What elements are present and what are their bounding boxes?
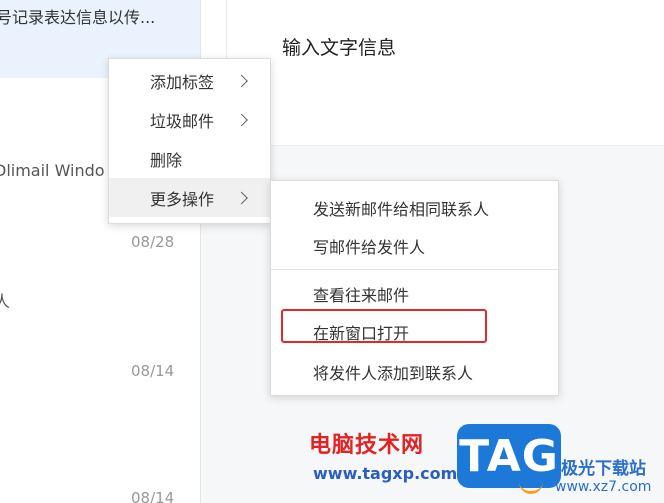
menu-item-delete[interactable]: 删除 — [109, 139, 270, 178]
mail-date: 08/28 — [131, 233, 175, 251]
menu-item-add-sender-to-contacts[interactable]: 将发件人添加到联系人 — [271, 352, 558, 391]
compose-area[interactable]: 输入文字信息 — [226, 0, 664, 146]
more-actions-submenu: 发送新邮件给相同联系人 写邮件给发件人 查看往来邮件 在新窗口打开 将发件人添加… — [270, 180, 559, 396]
menu-item-view-conversation[interactable]: 查看往来邮件 — [271, 274, 558, 313]
chevron-right-icon — [235, 113, 248, 126]
menu-item-spam[interactable]: 垃圾邮件 — [109, 100, 270, 139]
menu-item-label: 更多操作 — [150, 189, 215, 209]
watermark-brand: 极光下载站 — [561, 459, 646, 479]
context-menu: 添加标签 垃圾邮件 删除 更多操作 — [108, 58, 271, 224]
mail-date: 08/14 — [131, 362, 175, 380]
mail-sender: Dlimail Windo — [0, 161, 105, 180]
watermark-site-name: 电脑技术网 — [309, 433, 425, 458]
menu-item-add-tag[interactable]: 添加标签 — [109, 61, 270, 100]
menu-item-label: 查看往来邮件 — [313, 285, 410, 305]
menu-item-label: 将发件人添加到联系人 — [313, 363, 474, 383]
menu-item-write-to-sender[interactable]: 写邮件给发件人 — [271, 226, 558, 265]
menu-item-send-to-same-contacts[interactable]: 发送新邮件给相同联系人 — [271, 188, 558, 227]
tag-logo-icon: TAG — [457, 424, 561, 488]
menu-item-label: 在新窗口打开 — [313, 323, 410, 343]
menu-divider — [271, 269, 558, 270]
watermark-site-url: www.tagxp.com — [313, 464, 458, 483]
menu-item-label: 添加标签 — [150, 72, 215, 92]
menu-item-label: 删除 — [150, 150, 183, 170]
chevron-right-icon — [235, 191, 248, 204]
mail-snippet: 号记录表达信息以传... — [0, 8, 156, 27]
menu-item-more-actions[interactable]: 更多操作 — [109, 178, 270, 217]
menu-item-label: 发送新邮件给相同联系人 — [313, 199, 490, 219]
watermark-brand-url: www.xz7.com — [555, 479, 652, 495]
menu-item-label: 垃圾邮件 — [150, 111, 215, 131]
chevron-right-icon — [235, 74, 248, 87]
compose-placeholder[interactable]: 输入文字信息 — [282, 33, 396, 60]
logo-text: TAG — [459, 430, 559, 482]
mail-date: 08/14 — [131, 489, 175, 503]
menu-item-label: 写邮件给发件人 — [313, 237, 426, 257]
mail-sender: 人 — [0, 288, 10, 312]
menu-item-open-in-new-window[interactable]: 在新窗口打开 — [271, 312, 558, 351]
